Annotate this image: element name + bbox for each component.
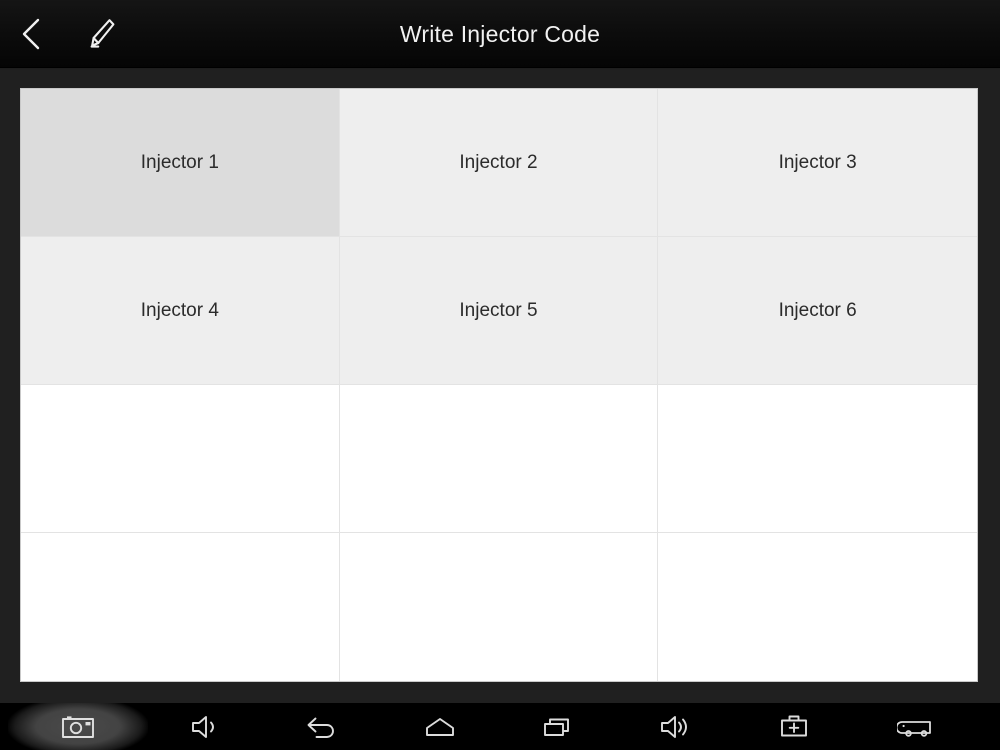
screenshot-camera-button[interactable] <box>8 703 148 750</box>
grid-cell-injector-3[interactable]: Injector 3 <box>658 89 977 237</box>
cell-label: Injector 4 <box>140 299 219 321</box>
pencil-icon <box>87 17 117 51</box>
vehicle-button[interactable] <box>866 703 966 750</box>
grid-cell-injector-2[interactable]: Injector 2 <box>339 89 659 237</box>
page-title: Write Injector Code <box>399 20 601 47</box>
grid-cell-empty[interactable] <box>21 533 340 681</box>
android-home-button[interactable] <box>394 703 486 750</box>
grid-cell-empty[interactable] <box>658 533 977 681</box>
grid-cell-empty[interactable] <box>339 533 659 681</box>
grid-cell-empty[interactable] <box>339 385 659 533</box>
injector-grid: Injector 1 Injector 2 Injector 3 Injecto… <box>20 88 978 682</box>
title-bar: Write Injector Code <box>0 0 1000 68</box>
cell-label: Injector 1 <box>140 151 219 173</box>
home-icon <box>423 714 457 740</box>
volume-up-button[interactable] <box>630 703 722 750</box>
cell-label: Injector 2 <box>459 151 538 173</box>
system-navigation-bar <box>0 703 1000 750</box>
app-root: Write Injector Code Injector 1 Injector … <box>0 0 1000 750</box>
cell-label: Injector 5 <box>459 299 538 321</box>
cell-label: Injector 6 <box>778 299 857 321</box>
grid-cell-injector-1[interactable]: Injector 1 <box>21 89 340 237</box>
back-button[interactable] <box>6 0 58 68</box>
grid-cell-injector-6[interactable]: Injector 6 <box>658 237 977 385</box>
toolbox-plus-icon <box>779 713 809 741</box>
cell-label: Injector 3 <box>778 151 857 173</box>
recent-apps-icon <box>542 714 574 740</box>
back-arrow-icon <box>305 714 339 740</box>
content-area: Injector 1 Injector 2 Injector 3 Injecto… <box>0 69 1000 703</box>
grid-cell-empty[interactable] <box>658 385 977 533</box>
truck-icon <box>897 714 935 740</box>
android-back-button[interactable] <box>276 703 368 750</box>
volume-high-icon <box>659 713 693 741</box>
camera-icon <box>61 714 95 740</box>
grid-cell-injector-5[interactable]: Injector 5 <box>339 237 659 385</box>
edit-button[interactable] <box>74 0 130 68</box>
toolbox-button[interactable] <box>748 703 840 750</box>
volume-low-icon <box>190 713 222 741</box>
grid-cell-injector-4[interactable]: Injector 4 <box>21 237 340 385</box>
chevron-left-icon <box>19 17 45 51</box>
android-recents-button[interactable] <box>512 703 604 750</box>
volume-down-button[interactable] <box>160 703 252 750</box>
grid-cell-empty[interactable] <box>21 385 340 533</box>
